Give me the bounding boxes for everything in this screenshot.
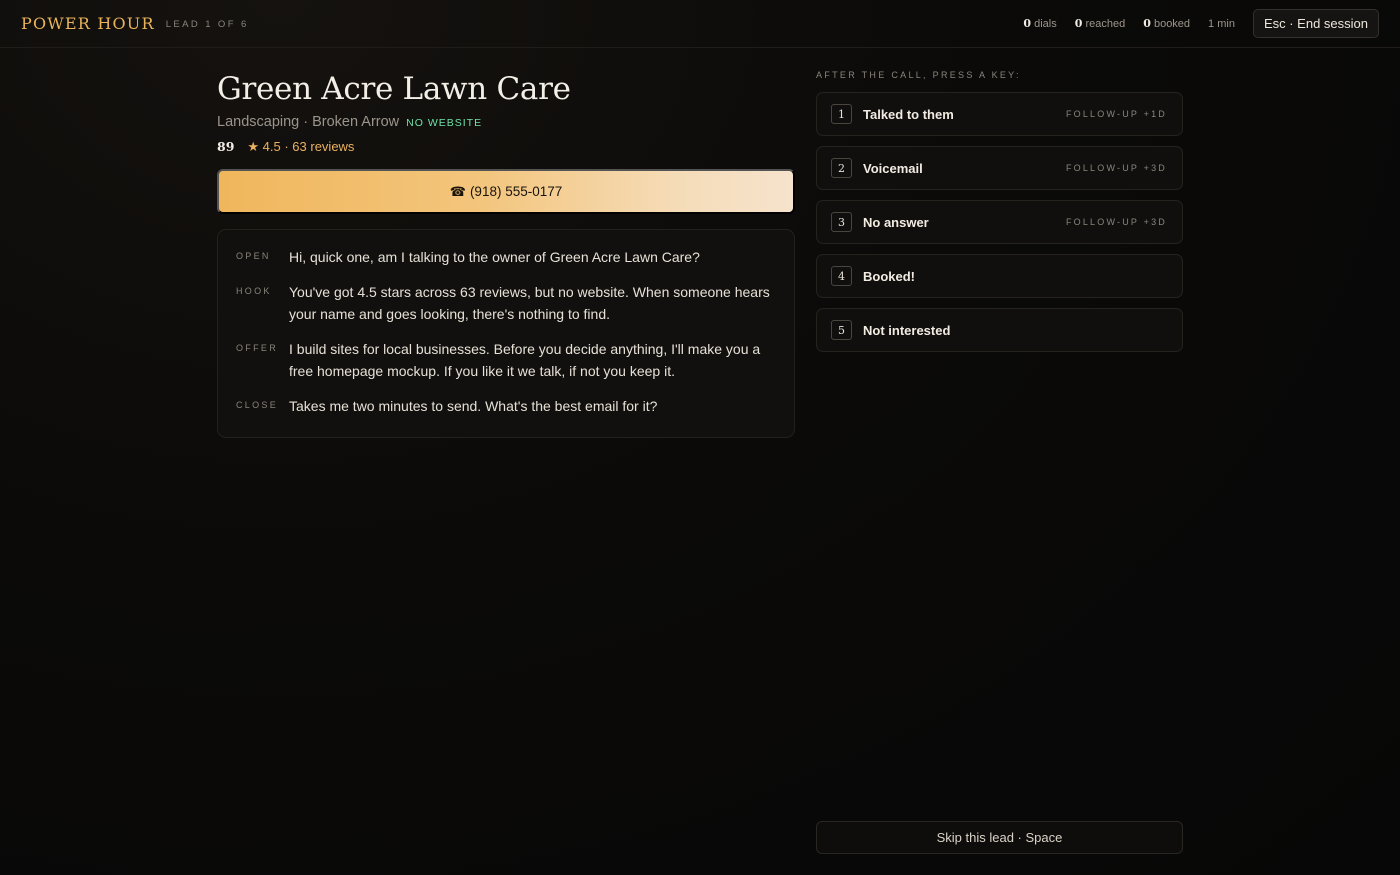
outcome-talked-button[interactable]: 1 Talked to them FOLLOW-UP +1D bbox=[816, 92, 1183, 136]
outcome-label: Not interested bbox=[863, 322, 951, 338]
followup-note: FOLLOW-UP +3D bbox=[1065, 217, 1167, 227]
call-phone-button[interactable]: ☎ (918) 555-0177 bbox=[217, 169, 795, 214]
session-stats: 0 dials 0 reached 0 booked 1 min Esc · E… bbox=[1023, 9, 1379, 38]
script-text: Hi, quick one, am I talking to the owner… bbox=[289, 249, 700, 265]
followup-note: FOLLOW-UP +1D bbox=[1065, 109, 1167, 119]
script-label: CLOSE bbox=[236, 400, 279, 410]
stat-reached: 0 reached bbox=[1074, 17, 1126, 30]
stat-dials: 0 dials bbox=[1023, 17, 1057, 30]
outcome-no-answer-button[interactable]: 3 No answer FOLLOW-UP +3D bbox=[816, 200, 1183, 244]
outcome-label: Booked! bbox=[863, 268, 915, 284]
script-line-hook: HOOK You've got 4.5 stars across 63 revi… bbox=[236, 281, 776, 325]
brand-logo: POWER HOUR bbox=[21, 14, 155, 33]
script-line-open: OPEN Hi, quick one, am I talking to the … bbox=[236, 246, 776, 268]
outcome-booked-button[interactable]: 4 Booked! bbox=[816, 254, 1183, 298]
business-meta: Landscaping · Broken Arrow NO WEBSITE bbox=[217, 114, 795, 130]
script-line-close: CLOSE Takes me two minutes to send. What… bbox=[236, 395, 776, 417]
script-line-offer: OFFER I build sites for local businesses… bbox=[236, 338, 776, 382]
outcome-not-interested-button[interactable]: 5 Not interested bbox=[816, 308, 1183, 352]
session-timer: 1 min bbox=[1208, 17, 1235, 30]
script-label: HOOK bbox=[236, 286, 272, 296]
outcome-hint: AFTER THE CALL, PRESS A KEY: bbox=[816, 70, 1021, 80]
shortcut-key: 1 bbox=[831, 104, 852, 124]
script-label: OPEN bbox=[236, 251, 271, 261]
no-website-badge: NO WEBSITE bbox=[406, 117, 483, 129]
script-text: You've got 4.5 stars across 63 reviews, … bbox=[289, 284, 770, 322]
skip-lead-button[interactable]: Skip this lead · Space bbox=[816, 821, 1183, 854]
top-bar: POWER HOUR LEAD 1 OF 6 0 dials 0 reached… bbox=[0, 0, 1400, 48]
shortcut-key: 5 bbox=[831, 320, 852, 340]
shortcut-key: 3 bbox=[831, 212, 852, 232]
outcome-voicemail-button[interactable]: 2 Voicemail FOLLOW-UP +3D bbox=[816, 146, 1183, 190]
stat-booked: 0 booked bbox=[1143, 17, 1191, 30]
script-text: I build sites for local businesses. Befo… bbox=[289, 341, 761, 379]
script-label: OFFER bbox=[236, 343, 278, 353]
outcome-label: Talked to them bbox=[863, 106, 954, 122]
score-row: 89 ★ 4.5 · 63 reviews bbox=[217, 139, 795, 155]
business-name: Green Acre Lawn Care bbox=[217, 71, 571, 107]
script-text: Takes me two minutes to send. What's the… bbox=[289, 398, 658, 414]
lead-panel: Green Acre Lawn Care Landscaping · Broke… bbox=[217, 70, 795, 438]
phone-number: (918) 555-0177 bbox=[469, 184, 563, 199]
lead-score: 89 bbox=[217, 139, 235, 154]
outcome-label: Voicemail bbox=[863, 160, 923, 176]
call-script: OPEN Hi, quick one, am I talking to the … bbox=[217, 229, 795, 438]
shortcut-key: 4 bbox=[831, 266, 852, 286]
outcome-panel: AFTER THE CALL, PRESS A KEY: 1 Talked to… bbox=[816, 70, 1183, 362]
category-location: Landscaping · Broken Arrow bbox=[217, 114, 400, 130]
followup-note: FOLLOW-UP +3D bbox=[1065, 163, 1167, 173]
phone-icon: ☎ bbox=[449, 183, 466, 199]
outcome-label: No answer bbox=[863, 214, 929, 230]
rating-reviews: ★ 4.5 · 63 reviews bbox=[247, 139, 355, 154]
end-session-button[interactable]: Esc · End session bbox=[1252, 9, 1379, 38]
lead-counter: LEAD 1 OF 6 bbox=[165, 18, 249, 30]
shortcut-key: 2 bbox=[831, 158, 852, 178]
